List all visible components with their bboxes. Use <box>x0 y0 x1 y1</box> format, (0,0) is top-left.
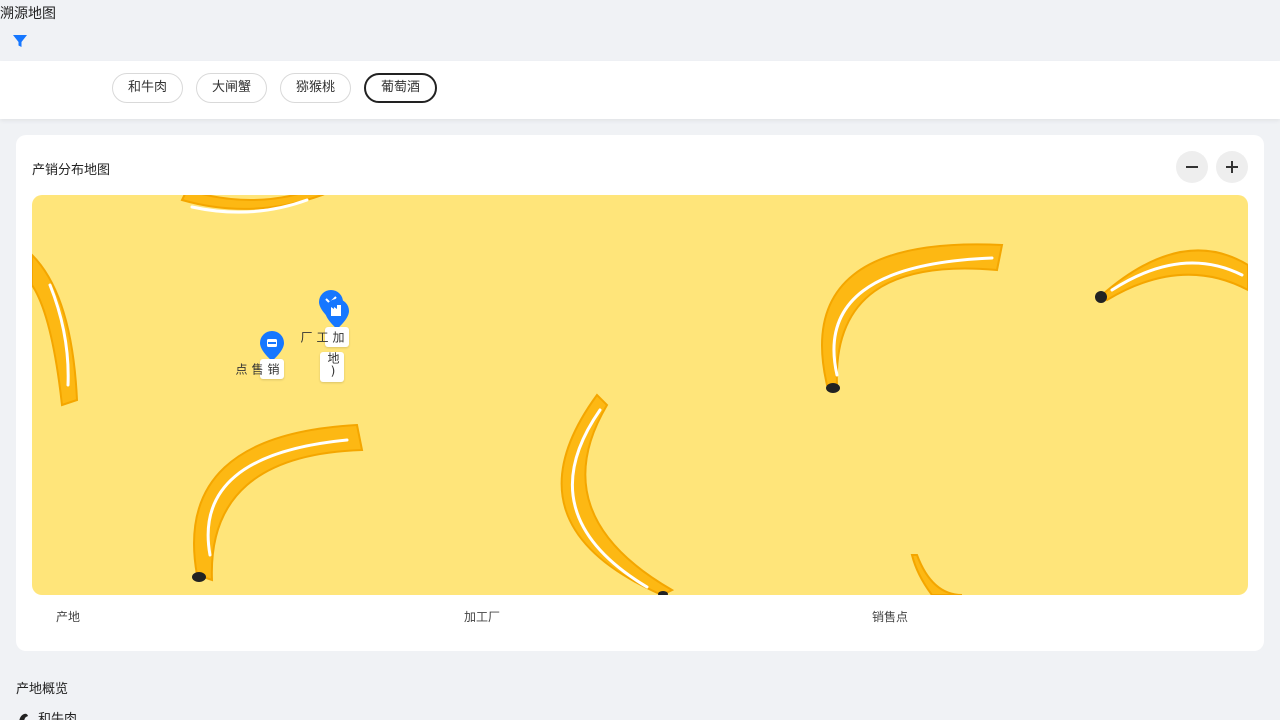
distribution-map[interactable]: 销售点 地) 加工厂 <box>32 195 1248 595</box>
map-marker-sales-label: 销售点 <box>234 359 284 379</box>
minus-icon <box>1186 166 1198 168</box>
store-icon <box>260 331 284 361</box>
origin-list-item[interactable]: 和牛肉 <box>16 708 77 720</box>
tab-hairy-crab[interactable]: 大闸蟹 <box>196 73 268 103</box>
factory-icon <box>325 299 349 329</box>
legend-sales: 销售点 <box>872 610 909 624</box>
tab-beef[interactable]: 和牛肉 <box>112 73 184 103</box>
product-tabbar: 和牛肉 大闸蟹 猕猴桃 葡萄酒 <box>0 61 1280 119</box>
origin-list-item-label: 和牛肉 <box>38 712 78 720</box>
map-marker-factory-label: 加工厂 <box>299 327 349 347</box>
filter-icon[interactable] <box>12 33 28 49</box>
map-card: 产销分布地图 销售点 地) 加工厂 产地 加工厂 销售点 <box>16 135 1264 651</box>
overview-title: 产地概览 <box>16 682 69 697</box>
map-background-pattern <box>32 195 1248 595</box>
cow-icon <box>19 713 28 720</box>
tab-kiwi[interactable]: 猕猴桃 <box>280 73 352 103</box>
page-title: 溯源地图 <box>0 6 56 22</box>
map-marker-origin-label: 地) <box>320 352 344 382</box>
legend-factory: 加工厂 <box>464 610 501 624</box>
tab-wine[interactable]: 葡萄酒 <box>364 73 438 103</box>
map-card-title: 产销分布地图 <box>32 163 111 178</box>
zoom-out-button[interactable] <box>1176 151 1208 183</box>
legend-origin: 产地 <box>56 610 81 624</box>
zoom-in-button[interactable] <box>1216 151 1248 183</box>
